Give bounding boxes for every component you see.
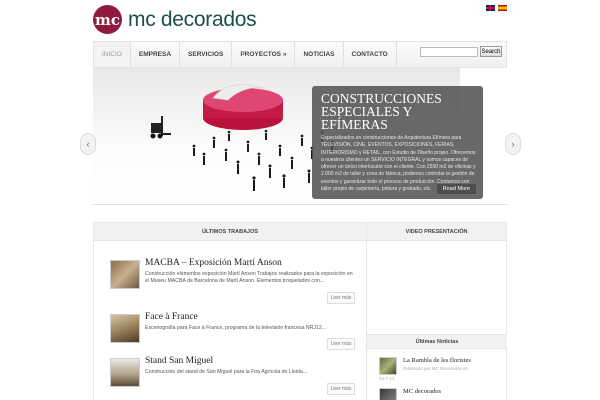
hero-slider: CONSTRUCCIONES ESPECIALES Y EFÍMERAS Esp…	[93, 68, 507, 205]
news-item: MC decorados	[379, 388, 499, 400]
nav-item-servicios[interactable]: SERVICIOS	[180, 42, 233, 67]
work-excerpt: Construcción del stand de San Miguel par…	[145, 369, 309, 375]
work-thumbnail[interactable]	[110, 314, 140, 343]
latest-works-heading: ÚLTIMOS TRABAJOS	[94, 223, 366, 241]
slider-prev-button[interactable]: ‹	[80, 133, 96, 155]
news-meta: Publicado por MC Decorados en	[403, 366, 469, 371]
read-more-button[interactable]: Leer más	[327, 338, 355, 350]
work-excerpt: Escenografía para Face à France, program…	[145, 325, 327, 331]
chevron-left-icon: ‹	[86, 139, 90, 149]
nav-item-proyectos[interactable]: PROYECTOS »	[232, 42, 296, 67]
nav-item-inicio[interactable]: INICIO	[94, 42, 131, 67]
work-title[interactable]: Face à France	[145, 312, 198, 322]
chevron-right-icon: ›	[511, 139, 515, 149]
list-item: Stand San Miguel Construcción del stand …	[110, 356, 356, 400]
search-button[interactable]: Search	[480, 46, 502, 57]
nav-item-noticias[interactable]: NOTICIAS	[295, 42, 344, 67]
page: mc mc decorados INICIO EMPRESA SERVICIOS…	[0, 0, 600, 400]
logo-text: mc decorados	[128, 7, 257, 31]
sidebar: VIDEO PRESENTACIÓN Últimas Noticias La R…	[367, 222, 507, 400]
work-thumbnail[interactable]	[110, 358, 140, 387]
uk-flag-icon[interactable]	[486, 5, 495, 11]
news-title[interactable]: MC decorados	[403, 388, 441, 395]
read-more-button[interactable]: Read More	[436, 184, 476, 194]
list-item: MACBA – Exposición Martí Anson Construcc…	[110, 258, 356, 304]
work-title[interactable]: Stand San Miguel	[145, 356, 213, 366]
news-thumbnail[interactable]	[379, 357, 397, 375]
slider-caption: CONSTRUCCIONES ESPECIALES Y EFÍMERAS Esp…	[312, 86, 483, 199]
read-more-button[interactable]: Leer más	[327, 292, 355, 304]
latest-works-section: ÚLTIMOS TRABAJOS MACBA – Exposición Mart…	[93, 222, 367, 400]
read-more-button[interactable]: Leer más	[327, 383, 355, 395]
slider-next-button[interactable]: ›	[505, 133, 521, 155]
search-input[interactable]	[420, 47, 478, 57]
language-switcher	[486, 5, 507, 11]
news-date: 24-7-13	[379, 376, 395, 381]
list-item: Face à France Escenografía para Face à F…	[110, 312, 356, 352]
news-title[interactable]: La Rambla de les floristes	[403, 357, 471, 364]
latest-news-heading: Últimas Noticias	[367, 334, 507, 349]
spain-flag-icon[interactable]	[498, 5, 507, 11]
video-heading: VIDEO PRESENTACIÓN	[367, 223, 506, 241]
slider-title: CONSTRUCCIONES ESPECIALES Y EFÍMERAS	[321, 91, 442, 132]
work-thumbnail[interactable]	[110, 260, 140, 289]
site-logo[interactable]: mc mc decorados	[93, 5, 257, 34]
work-title[interactable]: MACBA – Exposición Martí Anson	[145, 258, 282, 268]
news-thumbnail[interactable]	[379, 388, 397, 400]
nav-item-contacto[interactable]: CONTACTO	[344, 42, 397, 67]
news-item: La Rambla de les floristes Publicado por…	[379, 357, 499, 381]
work-excerpt: Construcción elementos exposición Martí …	[145, 271, 353, 285]
logo-mark: mc	[93, 5, 122, 34]
nav-item-empresa[interactable]: EMPRESA	[131, 42, 181, 67]
